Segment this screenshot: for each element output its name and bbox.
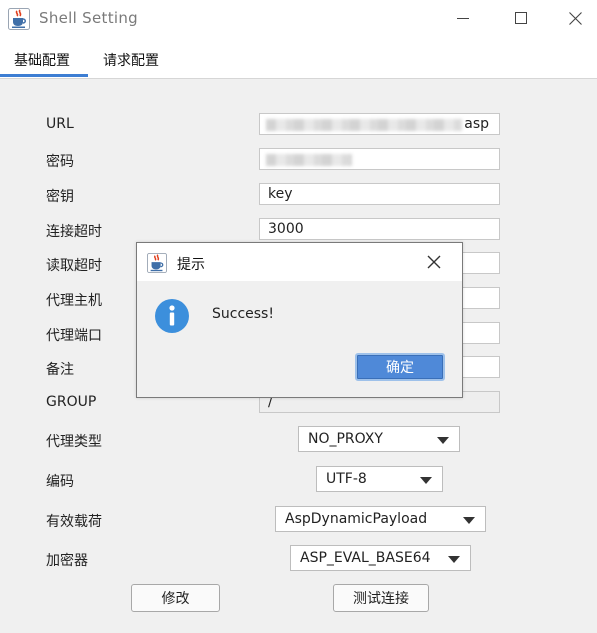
- chevron-down-icon: [448, 556, 460, 563]
- minimize-button[interactable]: [440, 0, 486, 36]
- password-field[interactable]: [259, 148, 500, 170]
- close-button[interactable]: [552, 0, 597, 36]
- encoding-label: 编码: [46, 474, 74, 490]
- proxy-type-value: NO_PROXY: [308, 431, 383, 447]
- proxy-type-select[interactable]: NO_PROXY: [298, 426, 460, 452]
- connect-timeout-label: 连接超时: [46, 224, 102, 240]
- url-suffix: asp: [464, 116, 489, 132]
- window-title: Shell Setting: [39, 9, 138, 27]
- java-coffee-icon: [8, 8, 30, 30]
- cryption-select[interactable]: ASP_EVAL_BASE64: [290, 545, 471, 571]
- maximize-button[interactable]: [498, 0, 544, 36]
- chevron-down-icon: [420, 477, 432, 484]
- read-timeout-label: 读取超时: [46, 258, 102, 274]
- dialog-title: 提示: [177, 257, 205, 273]
- redacted-password: [266, 154, 352, 166]
- encoding-value: UTF-8: [326, 471, 367, 487]
- chevron-down-icon: [463, 517, 475, 524]
- connect-timeout-field[interactable]: 3000: [259, 218, 500, 240]
- payload-select[interactable]: AspDynamicPayload: [275, 506, 486, 532]
- maximize-icon: [515, 12, 527, 24]
- close-icon: [568, 11, 582, 25]
- password-label: 密码: [46, 154, 74, 170]
- dialog-close-button[interactable]: [423, 251, 445, 273]
- ok-button[interactable]: 确定: [355, 353, 445, 381]
- tab-basic-config[interactable]: 基础配置: [14, 50, 70, 70]
- cryption-label: 加密器: [46, 553, 88, 569]
- payload-value: AspDynamicPayload: [285, 511, 428, 527]
- payload-label: 有效载荷: [46, 514, 102, 530]
- proxy-host-label: 代理主机: [46, 293, 102, 309]
- close-icon: [427, 255, 441, 269]
- tab-bar: [0, 38, 597, 79]
- url-field[interactable]: asp: [259, 113, 500, 135]
- secret-key-label: 密钥: [46, 189, 74, 205]
- info-icon: [154, 298, 190, 334]
- remark-label: 备注: [46, 362, 74, 378]
- tab-request-config[interactable]: 请求配置: [103, 50, 159, 70]
- proxy-type-label: 代理类型: [46, 434, 102, 450]
- minimize-icon: [457, 18, 469, 19]
- test-connection-button[interactable]: 测试连接: [333, 584, 429, 612]
- redacted-url: [266, 119, 462, 131]
- modify-button[interactable]: 修改: [131, 584, 220, 612]
- proxy-port-label: 代理端口: [46, 328, 102, 344]
- secret-key-field[interactable]: key: [259, 183, 500, 205]
- dialog-message: Success!: [212, 306, 274, 322]
- chevron-down-icon: [437, 437, 449, 444]
- encoding-select[interactable]: UTF-8: [316, 466, 443, 492]
- message-dialog: 提示 Success! 确定: [136, 242, 463, 398]
- group-label: GROUP: [46, 394, 97, 410]
- tab-selected-indicator: [0, 74, 88, 77]
- java-coffee-icon: [147, 253, 167, 273]
- cryption-value: ASP_EVAL_BASE64: [300, 550, 431, 566]
- url-label: URL: [46, 116, 74, 132]
